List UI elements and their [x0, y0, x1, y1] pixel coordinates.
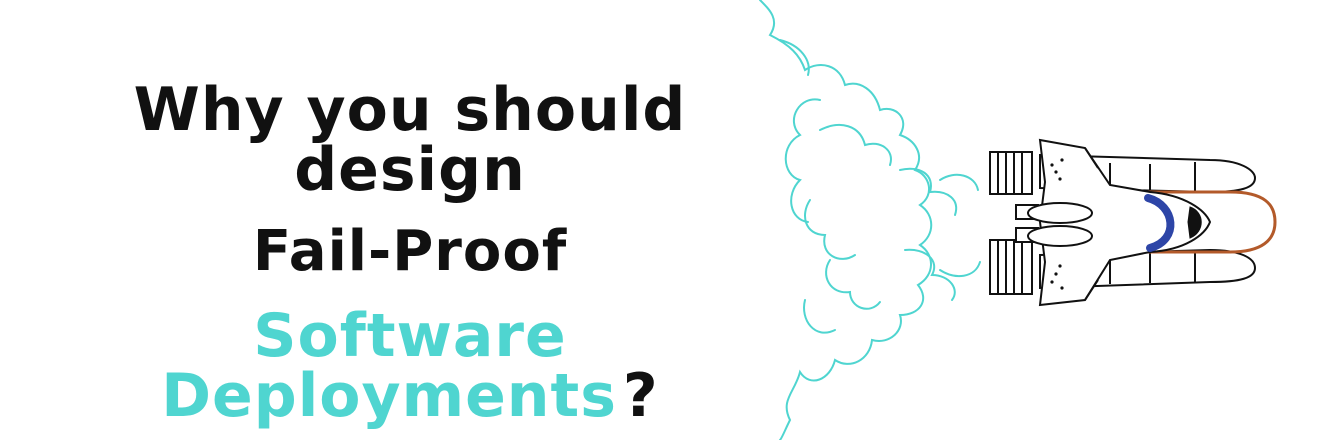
headline: Why you should design Fail-Proof Softwar… — [60, 60, 760, 426]
headline-line-3: Software Deployments? — [60, 306, 760, 426]
exhaust-smoke — [759, 0, 981, 440]
question-mark: ? — [622, 361, 659, 431]
headline-line-1: Why you should design — [133, 75, 687, 205]
headline-highlight: Software Deployments — [161, 301, 617, 431]
space-shuttle-illustration — [759, 0, 1277, 440]
shuttle-engines — [989, 151, 1039, 295]
cover-illustration: Why you should design Fail-Proof Softwar… — [0, 0, 1320, 440]
headline-line-2: Fail-Proof — [252, 219, 568, 284]
